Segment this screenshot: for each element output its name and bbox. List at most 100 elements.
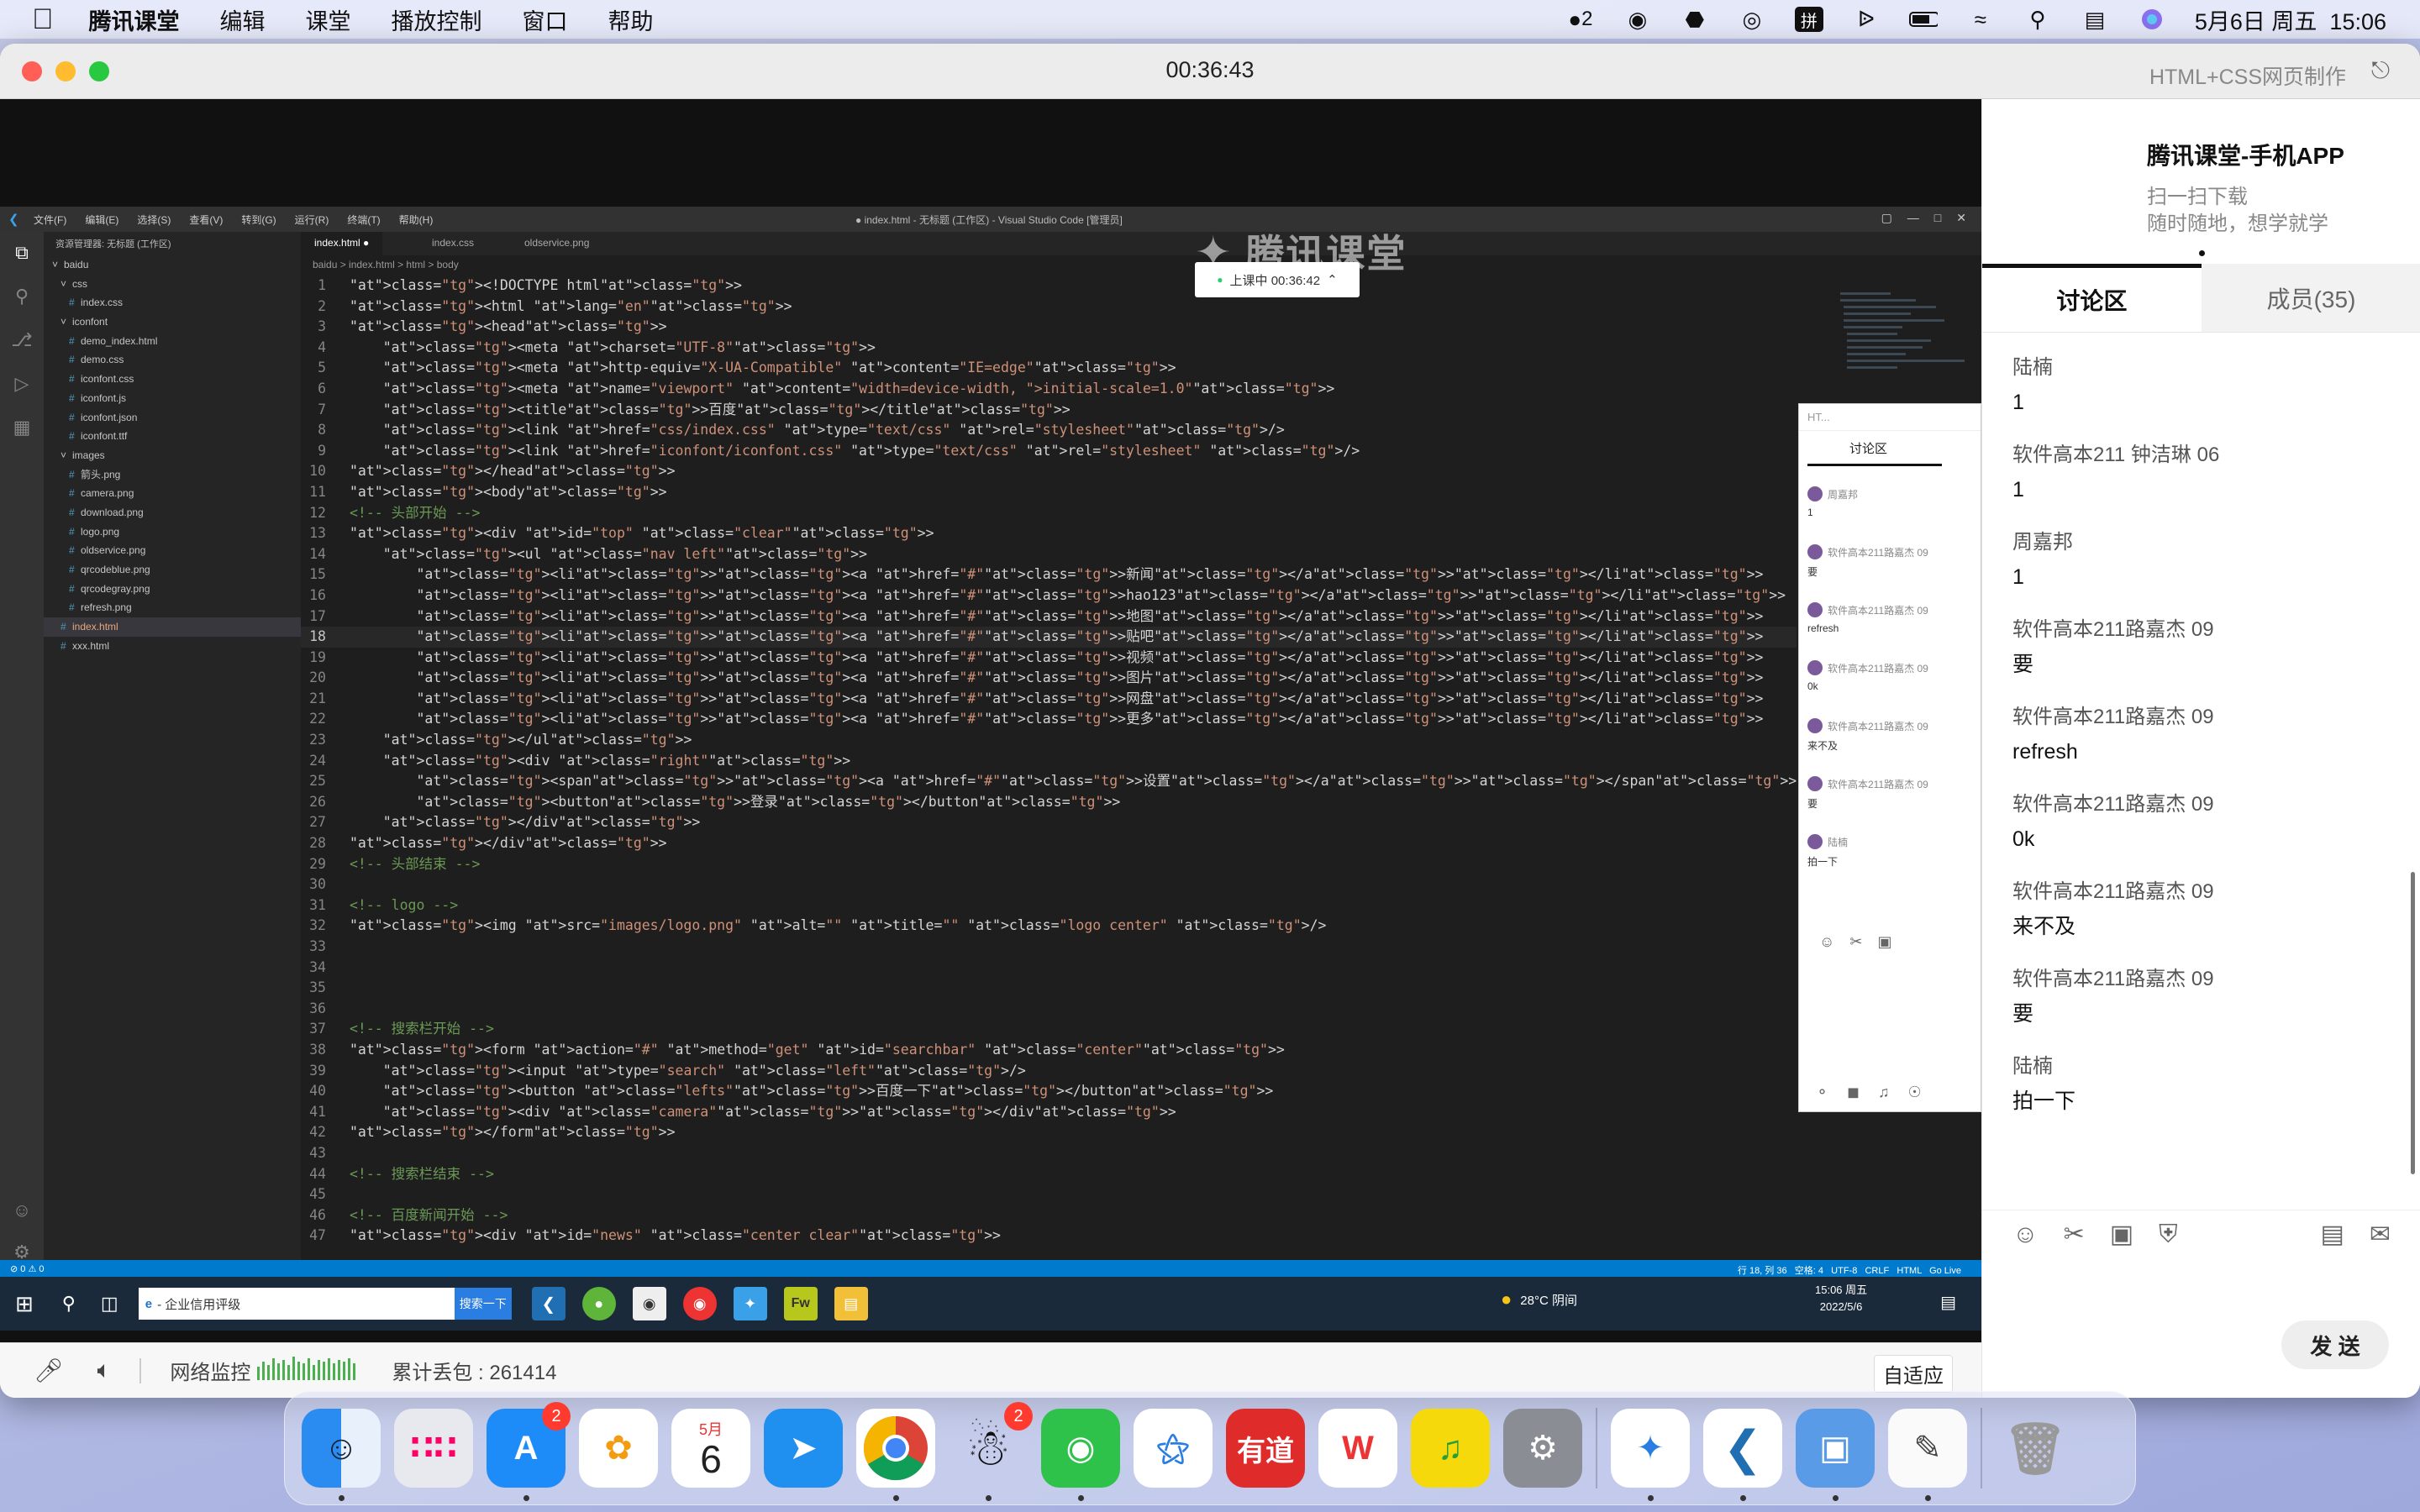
tree-file[interactable]: # demo_index.html [44, 332, 301, 351]
music-icon[interactable]: ♫ [1411, 1409, 1490, 1488]
vscode-menu-run[interactable]: 运行(R) [295, 213, 329, 227]
taskbar-folder-icon[interactable]: ▤ [834, 1287, 868, 1320]
shield-status-icon[interactable]: ⬣ [1681, 7, 1709, 32]
taskbar-search-button[interactable]: 搜索一下 [454, 1288, 512, 1320]
qq-status-icon[interactable]: ● 2 [1566, 7, 1595, 32]
tree-file[interactable]: # qrcodeblue.png [44, 560, 301, 580]
calendar-icon[interactable]: 5月 6 [671, 1409, 750, 1488]
tree-file[interactable]: # camera.png [44, 484, 301, 503]
chat-message[interactable]: 软件高本211路嘉杰 09 refresh [1982, 701, 2420, 788]
chat-message[interactable]: 软件高本211路嘉杰 09 0k [1982, 788, 2420, 875]
tree-file[interactable]: # oldservice.png [44, 541, 301, 560]
code-line[interactable]: 46 <!-- 百度新闻开始 --> [301, 1205, 1797, 1226]
tab-members[interactable]: 成员(35) [2202, 264, 2420, 332]
code-line[interactable]: 43 [301, 1143, 1797, 1164]
search-icon[interactable]: ⚲ [15, 286, 29, 307]
chrome-icon[interactable] [856, 1409, 935, 1501]
code-line[interactable]: 37 <!-- 搜索栏开始 --> [301, 1019, 1797, 1040]
code-line[interactable]: 7 "at">class="tg"><title"at">class="tg">… [301, 400, 1797, 421]
code-line[interactable]: 1 "at">class="tg"><!DOCTYPE html"at">clas… [301, 276, 1797, 297]
vscode-menu-view[interactable]: 查看(V) [189, 213, 223, 227]
code-line[interactable]: 32 "at">class="tg"><img "at">src="images/… [301, 916, 1797, 937]
code-line[interactable]: 20 "at">class="tg"><li"at">class="tg">>"… [301, 668, 1797, 689]
code-line[interactable]: 33 [301, 937, 1797, 958]
code-line[interactable]: 24 "at">class="tg"><div "at">class="righ… [301, 751, 1797, 772]
code-line[interactable]: 45 [301, 1184, 1797, 1205]
menu-playback[interactable]: 播放控制 [392, 3, 482, 36]
taskbar-search-box[interactable]: e - 企业信用评级 [138, 1288, 455, 1320]
code-line[interactable]: 9 "at">class="tg"><link "at">href="iconf… [301, 441, 1797, 462]
code-line[interactable]: 29 <!-- 头部结束 --> [301, 854, 1797, 875]
message-list[interactable]: 陆楠 1 软件高本211 钟洁琳 06 1 周嘉邦 1 软件高本211路嘉杰 09 要软件高本… [1982, 351, 2420, 1225]
tree-file[interactable]: # iconfont.ttf [44, 427, 301, 446]
code-line[interactable]: 41 "at">class="tg"><div "at">class="came… [301, 1102, 1797, 1123]
input-method-icon[interactable]: 拼 [1794, 7, 1823, 32]
fit-mode-button[interactable]: 自适应 [1874, 1355, 1953, 1393]
vscode-minimize-icon[interactable]: — [1907, 211, 1919, 225]
code-line[interactable]: 27 "at">class="tg"></div"at">class="tg">… [301, 812, 1797, 833]
vscode-menu-edit[interactable]: 编辑(E) [85, 213, 118, 227]
code-line[interactable]: 40 "at">class="tg"><button "at">class="l… [301, 1081, 1797, 1102]
tree-file[interactable]: # refresh.png [44, 598, 301, 617]
menubar-datetime[interactable]: 5月6日 周五 15:06 [2195, 3, 2386, 36]
code-line[interactable]: 28 "at">class="tg"></div"at">class="tg">> [301, 833, 1797, 854]
photos-icon[interactable]: ✿ [579, 1409, 658, 1488]
problems-indicator-icon[interactable]: ⊘ 0 ⚠ 0 [10, 1263, 44, 1274]
spotlight-search-icon[interactable]: ⚲ [2023, 7, 2052, 32]
chat-message[interactable]: 陆楠 1 [1982, 351, 2420, 438]
code-line[interactable]: 22 "at">class="tg"><li"at">class="tg">>"… [301, 709, 1797, 730]
chat-message[interactable]: 软件高本211路嘉杰 09 要 [1982, 963, 2420, 1050]
code-line[interactable]: 42 "at">class="tg"></form"at">class="tg">… [301, 1122, 1797, 1143]
vscode-menu-file[interactable]: 文件(F) [34, 213, 66, 227]
taskbar-weather[interactable]: 28°C 阴间 [1520, 1291, 1577, 1309]
carousel-dot[interactable] [2199, 250, 2205, 256]
menu-classroom[interactable]: 课堂 [306, 3, 351, 36]
tab-discussion[interactable]: 讨论区 [1982, 264, 2202, 332]
chat-message[interactable]: 陆楠 拍一下 [1982, 1050, 2420, 1137]
airdrop-icon[interactable]: ◎ [1738, 7, 1766, 32]
chat-message[interactable]: 软件高本211 钟洁琳 06 1 [1982, 438, 2420, 526]
apple-menu-icon[interactable]:  [32, 3, 54, 36]
code-line[interactable]: 16 "at">class="tg"><li"at">class="tg">>"… [301, 585, 1797, 606]
menu-window[interactable]: 窗口 [523, 3, 568, 36]
tree-file[interactable]: # iconfont.js [44, 389, 301, 408]
trash-icon[interactable]: 🗑︎ [1996, 1409, 2075, 1488]
baidu-netdisk-icon[interactable]: ⚝ [1134, 1409, 1213, 1488]
tencent-classroom-icon[interactable]: ✦ [1611, 1409, 1690, 1501]
siri-icon[interactable] [2138, 7, 2166, 32]
tab-oldservice-png[interactable]: oldservice.png [511, 232, 602, 255]
vscode-close-icon[interactable]: ✕ [1956, 211, 1966, 225]
code-line[interactable]: 44 <!-- 搜索栏结束 --> [301, 1164, 1797, 1185]
vscode-menu-go[interactable]: 转到(G) [241, 213, 276, 227]
taskbar-app-green-icon[interactable]: ● [581, 1287, 616, 1320]
message-scrollbar[interactable] [2411, 872, 2415, 1174]
code-line[interactable]: 12 <!-- 头部开始 --> [301, 503, 1797, 524]
code-line[interactable]: 26 "at">class="tg"><button"at">class="tg… [301, 792, 1797, 813]
extensions-icon[interactable]: ▦ [13, 417, 31, 438]
battery-icon[interactable] [1908, 7, 1938, 32]
pin-icon[interactable]: ⎋ [2371, 57, 2390, 85]
wechat-icon[interactable]: ◉ [1041, 1409, 1120, 1501]
taskbar-app-white-icon[interactable]: ◉ [632, 1287, 666, 1320]
tree-file[interactable]: # iconfont.css [44, 370, 301, 389]
app-store-icon[interactable]: A2 [487, 1402, 571, 1501]
notification-icon[interactable]: ▤ [1940, 1292, 1956, 1313]
account-icon[interactable]: ☺ [13, 1200, 31, 1221]
code-editor[interactable]: 1 "at">class="tg"><!DOCTYPE html"at">clas… [301, 276, 1797, 1258]
chat-message[interactable]: 软件高本211路嘉杰 09 来不及 [1982, 875, 2420, 963]
live-status-badge[interactable]: ● 上课中 00:36:42 ⌃ [1195, 262, 1360, 297]
code-line[interactable]: 34 [301, 958, 1797, 979]
vscode-menu-help[interactable]: 帮助(H) [399, 213, 434, 227]
vscode-menu-terminal[interactable]: 终端(T) [347, 213, 380, 227]
shield-icon[interactable]: ⛨ [2159, 1221, 2178, 1249]
scissors-icon[interactable]: ✂ [2064, 1220, 2085, 1249]
vscode-icon[interactable]: ❮ [1703, 1409, 1782, 1501]
tab-index-html[interactable]: index.html ● [301, 232, 383, 255]
textedit-icon[interactable]: ✎ [1888, 1409, 1967, 1501]
tree-file[interactable]: # download.png [44, 503, 301, 522]
code-line[interactable]: 15 "at">class="tg"><li"at">class="tg">>"… [301, 564, 1797, 585]
send-button[interactable]: 发 送 [2281, 1320, 2389, 1369]
tree-file[interactable]: # 箭头.png [44, 465, 301, 485]
taskbar-vscode-icon[interactable]: ❮ [531, 1287, 566, 1320]
wps-icon[interactable]: W [1318, 1409, 1397, 1488]
